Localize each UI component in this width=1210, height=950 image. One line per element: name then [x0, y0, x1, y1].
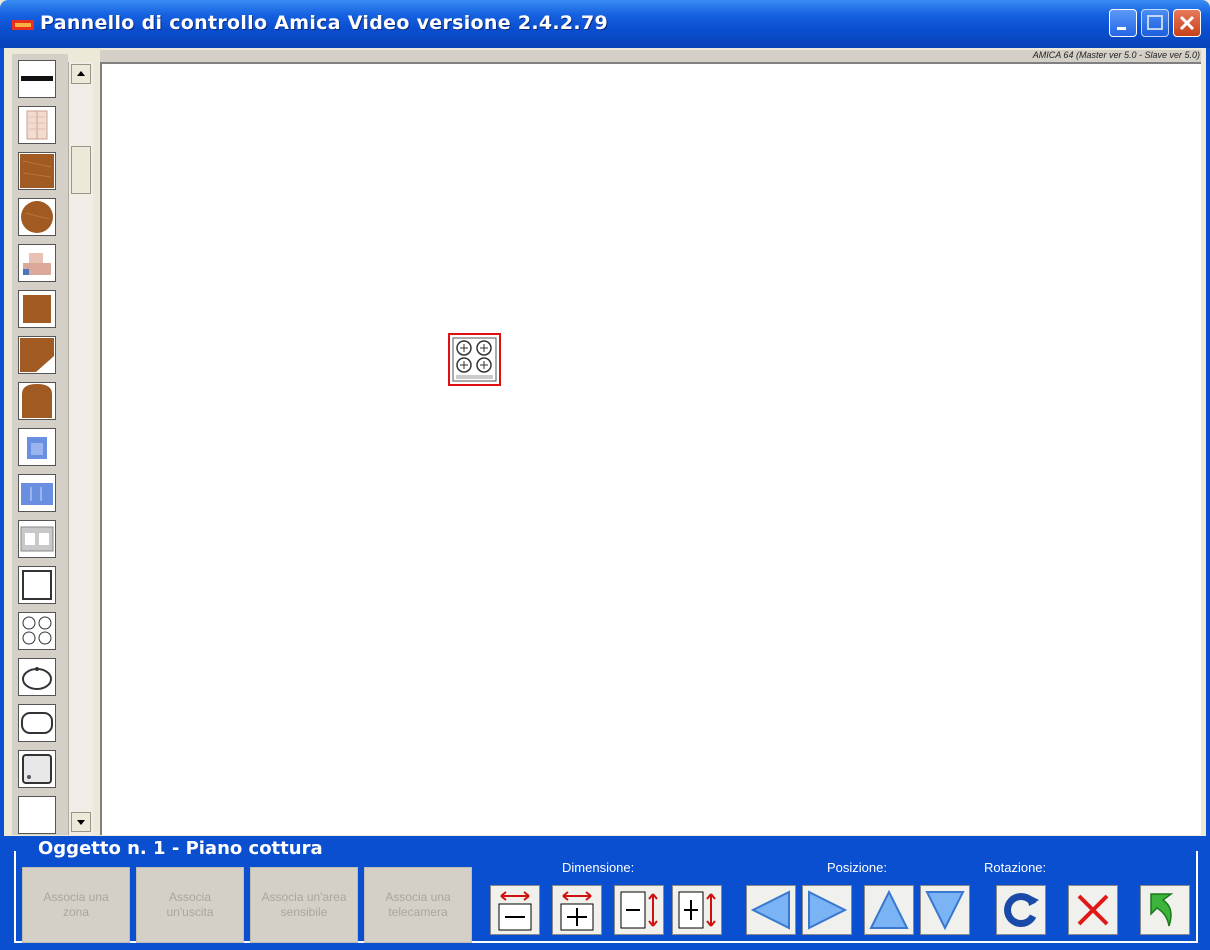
arrow-left-icon [750, 890, 790, 930]
palette-item-sofa-blue[interactable] [18, 474, 56, 512]
palette-item-wood-small[interactable] [18, 290, 56, 328]
wood-round-table-icon [21, 201, 53, 233]
associate-camera-button[interactable]: Associa una telecamera [364, 867, 472, 943]
wood-corner-icon [20, 338, 54, 372]
palette-item-wardrobe[interactable] [18, 106, 56, 144]
maximize-icon [1147, 15, 1163, 30]
wood-rounded-icon [22, 384, 52, 418]
palette-item-round-table[interactable] [18, 198, 56, 236]
width-minus-icon [498, 891, 532, 931]
close-icon [1179, 15, 1195, 31]
maximize-button[interactable] [1141, 9, 1169, 37]
version-label: AMICA 64 (Master ver 5.0 - Slave ver 5.0… [1032, 50, 1200, 60]
shower-icon [22, 754, 52, 784]
green-back-arrow-icon [1150, 893, 1174, 927]
palette-item-square-tub[interactable] [18, 566, 56, 604]
palette-item-wood-rounded[interactable] [18, 382, 56, 420]
palette-item-shower[interactable] [18, 750, 56, 788]
close-button[interactable] [1173, 9, 1201, 37]
position-label: Posizione: [827, 860, 887, 875]
arrow-down-icon [77, 820, 85, 825]
increase-height-button[interactable] [672, 885, 722, 935]
move-up-button[interactable] [864, 885, 914, 935]
arrow-up-icon [869, 889, 909, 929]
move-down-button[interactable] [920, 885, 970, 935]
height-minus-icon [620, 891, 658, 929]
palette-item-wood-corner[interactable] [18, 336, 56, 374]
scroll-down-button[interactable] [71, 812, 91, 832]
minimize-button[interactable] [1109, 9, 1137, 37]
palette-item-wood-square[interactable] [18, 152, 56, 190]
palette-item-bathtub[interactable] [18, 704, 56, 742]
armchair-icon [27, 437, 47, 459]
bathtub-icon [21, 712, 53, 734]
height-plus-icon [678, 891, 716, 929]
window-frame-right [1206, 48, 1210, 950]
rotate-icon [1004, 893, 1041, 927]
palette-item-sofa[interactable] [18, 244, 56, 282]
scroll-up-button[interactable] [71, 64, 91, 84]
move-right-button[interactable] [802, 885, 852, 935]
palette-item-sink[interactable] [18, 658, 56, 696]
increase-width-button[interactable] [552, 885, 602, 935]
dimension-label: Dimensione: [562, 860, 635, 875]
palette-item-wall[interactable] [18, 60, 56, 98]
bathtub-square-icon [22, 570, 52, 600]
arrow-down-icon [925, 891, 965, 931]
associate-output-button[interactable]: Associa un'uscita [136, 867, 244, 943]
associate-zone-button[interactable]: Associa una zona [22, 867, 130, 943]
wall-line-icon [21, 76, 53, 81]
floor-plan-canvas[interactable] [100, 62, 1201, 835]
back-button[interactable] [1140, 885, 1190, 935]
palette-item-cooktop[interactable] [18, 612, 56, 650]
cabinet-icon [20, 526, 54, 552]
window-frame-left [0, 48, 4, 950]
rotate-button[interactable] [996, 885, 1046, 935]
decrease-height-button[interactable] [614, 885, 664, 935]
associate-area-button[interactable]: Associa un'area sensibile [250, 867, 358, 943]
delete-x-icon [1077, 894, 1109, 926]
wood-small-square-icon [23, 295, 51, 323]
arrow-right-icon [808, 890, 848, 930]
wood-square-icon [20, 154, 54, 188]
wardrobe-icon [26, 110, 48, 140]
decrease-width-button[interactable] [490, 885, 540, 935]
title-bar: Pannello di controllo Amica Video versio… [0, 0, 1210, 48]
object-palette [12, 54, 68, 835]
placed-cooktop-object[interactable] [448, 333, 501, 386]
object-panel-title: Oggetto n. 1 - Piano cottura [30, 838, 331, 859]
window-title: Pannello di controllo Amica Video versio… [40, 12, 608, 34]
palette-item-armchair[interactable] [18, 428, 56, 466]
sofa-blue-icon [21, 483, 53, 505]
arrow-up-icon [77, 71, 85, 76]
move-left-button[interactable] [746, 885, 796, 935]
app-icon [12, 20, 34, 30]
palette-item-more[interactable] [18, 796, 56, 834]
cooktop-icon [452, 337, 497, 382]
sofa-icon [23, 253, 51, 275]
palette-scrollbar[interactable] [68, 62, 93, 835]
width-plus-icon [560, 891, 594, 931]
minimize-icon [1117, 27, 1126, 30]
scroll-thumb[interactable] [71, 146, 91, 194]
palette-item-cabinet[interactable] [18, 520, 56, 558]
delete-button[interactable] [1068, 885, 1118, 935]
rotation-label: Rotazione: [984, 860, 1047, 875]
cooktop-icon [22, 616, 52, 645]
sink-icon [22, 667, 52, 690]
